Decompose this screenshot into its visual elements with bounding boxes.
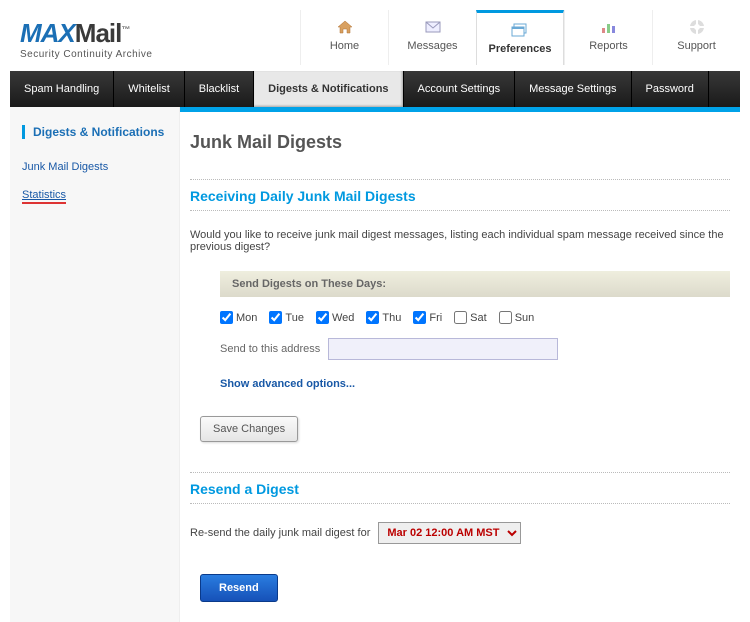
chart-icon xyxy=(565,18,652,36)
days-row: Mon Tue Wed Thu Fri Sat Sun xyxy=(220,311,730,324)
support-icon xyxy=(653,18,740,36)
sidebar-link-junk-mail-digests[interactable]: Junk Mail Digests xyxy=(22,161,167,173)
nav-preferences[interactable]: Preferences xyxy=(476,10,564,65)
sidebar-header: Digests & Notifications xyxy=(22,125,167,139)
sidebar-link-statistics[interactable]: Statistics xyxy=(22,189,66,204)
nav-reports[interactable]: Reports xyxy=(564,10,652,65)
resend-label: Re-send the daily junk mail digest for xyxy=(190,527,370,539)
resend-date-select[interactable]: Mar 02 12:00 AM MST xyxy=(378,522,521,544)
day-sat[interactable]: Sat xyxy=(454,311,487,324)
tab-digests-notifications[interactable]: Digests & Notifications xyxy=(254,71,403,107)
nav-label: Messages xyxy=(407,40,457,52)
tab-account-settings[interactable]: Account Settings xyxy=(404,71,516,107)
tab-spam-handling[interactable]: Spam Handling xyxy=(10,71,114,107)
section-resend-title: Resend a Digest xyxy=(190,481,730,497)
nav-label: Support xyxy=(677,40,716,52)
day-fri[interactable]: Fri xyxy=(413,311,442,324)
nav-label: Home xyxy=(330,40,359,52)
resend-button[interactable]: Resend xyxy=(200,574,278,602)
checkbox-tue[interactable] xyxy=(269,311,282,324)
day-thu[interactable]: Thu xyxy=(366,311,401,324)
logo-tm: ™ xyxy=(121,24,129,34)
nav-label: Reports xyxy=(589,40,628,52)
home-icon xyxy=(301,18,388,36)
top-nav: Home Messages Preferences Reports Suppor… xyxy=(300,10,740,65)
logo-text-max: MAX xyxy=(20,18,75,48)
checkbox-fri[interactable] xyxy=(413,311,426,324)
send-to-input[interactable] xyxy=(328,338,558,360)
page-title: Junk Mail Digests xyxy=(190,132,730,153)
save-changes-button[interactable]: Save Changes xyxy=(200,416,298,442)
checkbox-sat[interactable] xyxy=(454,311,467,324)
checkbox-wed[interactable] xyxy=(316,311,329,324)
tab-message-settings[interactable]: Message Settings xyxy=(515,71,631,107)
day-wed[interactable]: Wed xyxy=(316,311,354,324)
nav-support[interactable]: Support xyxy=(652,10,740,65)
nav-home[interactable]: Home xyxy=(300,10,388,65)
section-receiving-title: Receiving Daily Junk Mail Digests xyxy=(190,188,730,204)
receiving-question: Would you like to receive junk mail dige… xyxy=(190,229,730,253)
tab-whitelist[interactable]: Whitelist xyxy=(114,71,185,107)
sidebar: Digests & Notifications Junk Mail Digest… xyxy=(10,107,180,622)
logo-text-mail: Mail xyxy=(75,18,122,48)
day-sun[interactable]: Sun xyxy=(499,311,535,324)
days-header: Send Digests on These Days: xyxy=(220,271,730,297)
accent-bar xyxy=(180,107,740,112)
checkbox-mon[interactable] xyxy=(220,311,233,324)
logo-tagline: Security Continuity Archive xyxy=(20,49,152,60)
advanced-options-link[interactable]: Show advanced options... xyxy=(220,378,355,390)
nav-messages[interactable]: Messages xyxy=(388,10,476,65)
send-to-label: Send to this address xyxy=(220,343,320,355)
envelope-icon xyxy=(389,18,476,36)
checkbox-thu[interactable] xyxy=(366,311,379,324)
tab-blacklist[interactable]: Blacklist xyxy=(185,71,254,107)
tab-password[interactable]: Password xyxy=(632,71,709,107)
tab-bar: Spam Handling Whitelist Blacklist Digest… xyxy=(10,71,740,107)
window-icon xyxy=(477,21,563,39)
nav-label: Preferences xyxy=(489,43,552,55)
day-tue[interactable]: Tue xyxy=(269,311,304,324)
day-mon[interactable]: Mon xyxy=(220,311,257,324)
logo: MAXMail™ Security Continuity Archive xyxy=(20,10,152,60)
checkbox-sun[interactable] xyxy=(499,311,512,324)
